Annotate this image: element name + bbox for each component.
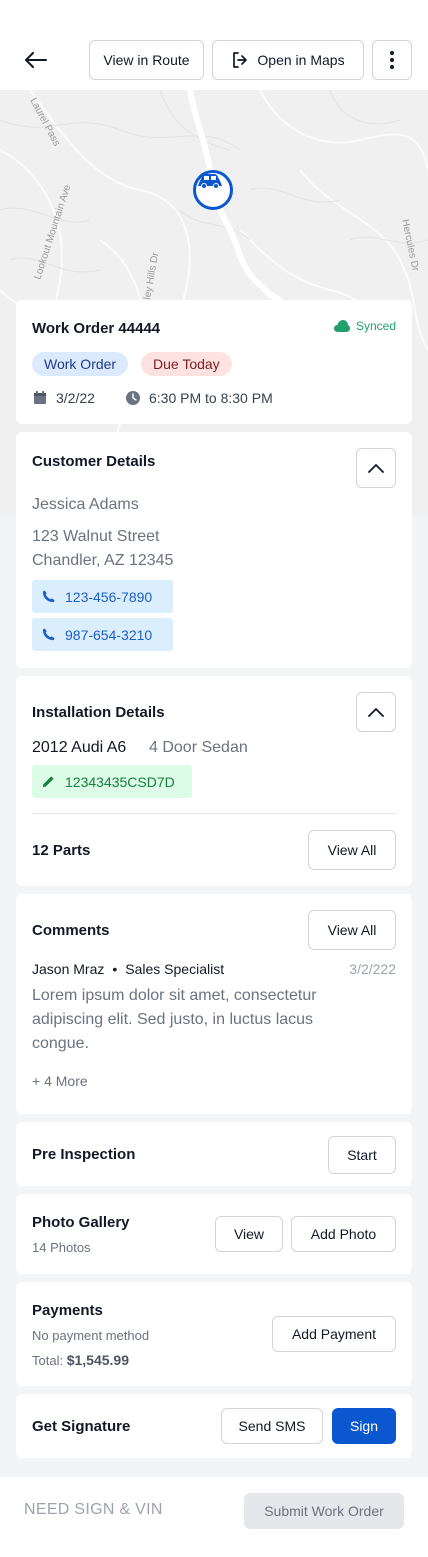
phone-icon xyxy=(42,628,55,641)
submit-work-order-button[interactable]: Submit Work Order xyxy=(244,1493,404,1529)
more-comments-link[interactable]: + 4 More xyxy=(32,1073,88,1089)
comments-card: Comments View All Jason Mraz • Sales Spe… xyxy=(16,894,412,1114)
comment-body-line3: congue. xyxy=(32,1035,89,1052)
vehicle-model: 2012 Audi A6 xyxy=(32,739,127,756)
view-photos-button[interactable]: View xyxy=(215,1216,283,1252)
installation-details-title: Installation Details xyxy=(32,704,165,721)
payments-title: Payments xyxy=(32,1302,103,1319)
installation-divider xyxy=(32,813,396,814)
comment-date: 3/2/222 xyxy=(349,961,396,977)
phone-number-2: 987-654-3210 xyxy=(65,626,153,643)
street-label-lookout-mountain: Lookout Mountain Ave xyxy=(32,183,73,281)
street-label-hills-dr: ley Hills Dr xyxy=(142,251,161,301)
signature-title: Get Signature xyxy=(32,1418,131,1435)
add-photo-button[interactable]: Add Photo xyxy=(291,1216,396,1252)
sync-status: Synced xyxy=(333,319,396,333)
more-vertical-icon xyxy=(390,51,394,69)
comment-author: Jason Mraz xyxy=(32,961,105,977)
comment-separator: • xyxy=(112,961,118,977)
photo-count: 14 Photos xyxy=(32,1240,91,1255)
back-button[interactable] xyxy=(16,44,56,76)
payments-card: Payments No payment method Total: $1,545… xyxy=(16,1282,412,1386)
work-order-time: 6:30 PM to 8:30 PM xyxy=(149,390,273,406)
view-in-route-button[interactable]: View in Route xyxy=(89,40,204,80)
vin-number: 12343435CSD7D xyxy=(65,773,175,790)
view-in-route-label: View in Route xyxy=(103,52,190,68)
start-inspection-button[interactable]: Start xyxy=(328,1136,396,1174)
vin-chip[interactable]: 12343435CSD7D xyxy=(32,765,192,798)
comment-meta: Jason Mraz • Sales Specialist xyxy=(32,961,224,977)
photo-gallery-title: Photo Gallery xyxy=(32,1214,130,1231)
add-payment-button[interactable]: Add Payment xyxy=(272,1316,396,1352)
phone-icon xyxy=(42,590,55,603)
payment-total: Total: $1,545.99 xyxy=(32,1352,129,1368)
collapse-customer-button[interactable] xyxy=(356,448,396,488)
work-order-title: Work Order 44444 xyxy=(32,320,161,337)
car-icon xyxy=(198,174,222,189)
customer-address-line2: Chandler, AZ 12345 xyxy=(32,552,174,569)
sign-button[interactable]: Sign xyxy=(332,1408,396,1444)
customer-details-title: Customer Details xyxy=(32,453,156,470)
top-bar: View in Route Open in Maps xyxy=(0,0,428,90)
vehicle-body: 4 Door Sedan xyxy=(149,739,248,756)
comments-title: Comments xyxy=(32,922,110,939)
bottom-action-bar: NEED SIGN & VIN Submit Work Order xyxy=(0,1477,428,1557)
comment-role: Sales Specialist xyxy=(125,961,225,977)
work-order-date: 3/2/22 xyxy=(56,390,95,406)
comment-body-line2: adipiscing elit. Sed justo, in luctus la… xyxy=(32,1011,314,1028)
parts-count: 12 Parts xyxy=(32,842,91,859)
phone-chip-1[interactable]: 123-456-7890 xyxy=(32,580,173,613)
photo-gallery-card: Photo Gallery 14 Photos View Add Photo xyxy=(16,1194,412,1274)
badge-work-order: Work Order xyxy=(32,352,129,376)
send-sms-button[interactable]: Send SMS xyxy=(221,1408,323,1444)
payment-method: No payment method xyxy=(32,1328,150,1343)
street-label-laurel-pass: Laurel Pass xyxy=(27,96,62,148)
phone-chip-2[interactable]: 987-654-3210 xyxy=(32,618,173,651)
view-all-parts-button[interactable]: View All xyxy=(308,830,396,870)
more-options-button[interactable] xyxy=(372,40,412,80)
payment-total-label: Total: xyxy=(32,1353,64,1368)
signature-card: Get Signature Send SMS Sign xyxy=(16,1394,412,1458)
calendar-icon xyxy=(34,391,46,404)
customer-address-line1: 123 Walnut Street xyxy=(32,528,160,545)
chevron-up-icon xyxy=(368,464,384,473)
customer-name: Jessica Adams xyxy=(32,496,139,513)
open-in-maps-button[interactable]: Open in Maps xyxy=(212,40,364,80)
badge-due-today: Due Today xyxy=(141,352,232,376)
cloud-icon xyxy=(333,320,350,332)
external-exit-icon xyxy=(233,52,248,68)
submission-status: NEED SIGN & VIN xyxy=(24,1501,163,1518)
pre-inspection-card: Pre Inspection Start xyxy=(16,1122,412,1186)
installation-details-card: Installation Details 2012 Audi A6 4 Door… xyxy=(16,676,412,886)
chevron-up-icon xyxy=(368,708,384,717)
pencil-icon xyxy=(42,776,54,788)
sync-status-label: Synced xyxy=(355,319,396,333)
view-all-comments-button[interactable]: View All xyxy=(308,910,396,950)
comment-body-line1: Lorem ipsum dolor sit amet, consectetur xyxy=(32,987,317,1004)
customer-details-card: Customer Details Jessica Adams 123 Walnu… xyxy=(16,432,412,668)
work-order-card: Work Order 44444 Synced Work Order Due T… xyxy=(16,300,412,424)
arrow-left-icon xyxy=(25,52,47,68)
phone-number-1: 123-456-7890 xyxy=(65,588,153,605)
open-in-maps-label: Open in Maps xyxy=(257,52,345,68)
clock-icon xyxy=(126,391,140,405)
vehicle-location-marker[interactable] xyxy=(193,170,233,210)
payment-total-value: $1,545.99 xyxy=(66,1352,129,1368)
pre-inspection-title: Pre Inspection xyxy=(32,1146,136,1163)
collapse-installation-button[interactable] xyxy=(356,692,396,732)
